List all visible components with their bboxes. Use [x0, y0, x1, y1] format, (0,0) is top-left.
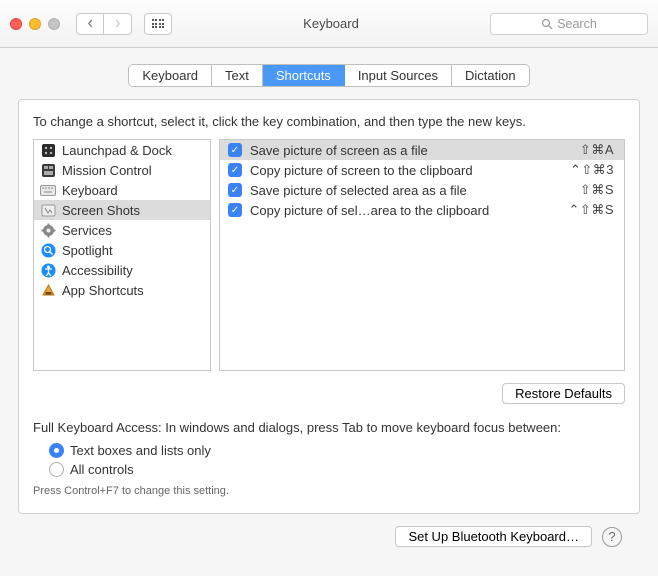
- shortcut-checkbox[interactable]: ✓: [228, 143, 242, 157]
- category-launchpad[interactable]: Launchpad & Dock: [34, 140, 210, 160]
- back-button[interactable]: [76, 13, 104, 35]
- shortcut-keys[interactable]: ⌃⇧⌘3: [570, 162, 614, 178]
- category-label: App Shortcuts: [62, 283, 144, 298]
- shortcut-checkbox[interactable]: ✓: [228, 203, 242, 217]
- launchpad-icon: [40, 142, 56, 158]
- search-icon: [541, 18, 553, 30]
- category-mission-control[interactable]: Mission Control: [34, 160, 210, 180]
- category-label: Keyboard: [62, 183, 118, 198]
- radio-icon[interactable]: [49, 443, 64, 458]
- shortcut-row[interactable]: ✓ Copy picture of sel…area to the clipbo…: [220, 200, 624, 220]
- category-services[interactable]: Services: [34, 220, 210, 240]
- mission-control-icon: [40, 162, 56, 178]
- full-keyboard-access-label: Full Keyboard Access: In windows and dia…: [33, 420, 625, 435]
- tab-dictation[interactable]: Dictation: [452, 65, 529, 86]
- help-button[interactable]: ?: [602, 527, 622, 547]
- shortcut-name: Copy picture of sel…area to the clipboar…: [250, 203, 561, 218]
- tab-shortcuts[interactable]: Shortcuts: [263, 65, 345, 86]
- app-shortcuts-icon: [40, 282, 56, 298]
- window-title: Keyboard: [180, 16, 482, 31]
- nav-buttons: [76, 13, 132, 35]
- radio-icon[interactable]: [49, 462, 64, 477]
- category-label: Spotlight: [62, 243, 113, 258]
- screenshots-icon: [40, 202, 56, 218]
- shortcut-name: Copy picture of screen to the clipboard: [250, 163, 562, 178]
- category-accessibility[interactable]: Accessibility: [34, 260, 210, 280]
- search-placeholder: Search: [557, 17, 597, 31]
- shortcut-name: Save picture of selected area as a file: [250, 183, 572, 198]
- radio-all-controls[interactable]: All controls: [49, 460, 625, 479]
- services-icon: [40, 222, 56, 238]
- keyboard-access-hint: Press Control+F7 to change this setting.: [33, 485, 625, 497]
- category-label: Mission Control: [62, 163, 152, 178]
- category-app-shortcuts[interactable]: App Shortcuts: [34, 280, 210, 300]
- accessibility-icon: [40, 262, 56, 278]
- show-all-button[interactable]: [144, 13, 172, 35]
- shortcut-row[interactable]: ✓ Copy picture of screen to the clipboar…: [220, 160, 624, 180]
- tab-text[interactable]: Text: [212, 65, 263, 86]
- zoom-icon: [48, 18, 60, 30]
- titlebar: Keyboard Search: [0, 0, 658, 48]
- category-keyboard[interactable]: Keyboard: [34, 180, 210, 200]
- restore-defaults-button[interactable]: Restore Defaults: [502, 383, 625, 404]
- tab-keyboard[interactable]: Keyboard: [129, 65, 212, 86]
- shortcut-row[interactable]: ✓ Save picture of selected area as a fil…: [220, 180, 624, 200]
- instruction-text: To change a shortcut, select it, click t…: [33, 114, 625, 129]
- shortcut-row[interactable]: ✓ Save picture of screen as a file ⇧⌘A: [220, 140, 624, 160]
- category-spotlight[interactable]: Spotlight: [34, 240, 210, 260]
- search-input[interactable]: Search: [490, 13, 648, 35]
- shortcut-name: Save picture of screen as a file: [250, 143, 572, 158]
- shortcut-checkbox[interactable]: ✓: [228, 163, 242, 177]
- shortcut-list[interactable]: ✓ Save picture of screen as a file ⇧⌘A ✓…: [219, 139, 625, 371]
- radio-label: Text boxes and lists only: [70, 443, 211, 458]
- spotlight-icon: [40, 242, 56, 258]
- tab-input-sources[interactable]: Input Sources: [345, 65, 452, 86]
- shortcut-keys[interactable]: ⇧⌘A: [580, 142, 614, 158]
- category-label: Launchpad & Dock: [62, 143, 172, 158]
- category-label: Services: [62, 223, 112, 238]
- shortcut-keys[interactable]: ⌃⇧⌘S: [569, 202, 614, 218]
- forward-button[interactable]: [104, 13, 132, 35]
- radio-label: All controls: [70, 462, 134, 477]
- category-screen-shots[interactable]: Screen Shots: [34, 200, 210, 220]
- category-label: Screen Shots: [62, 203, 140, 218]
- window-controls: [10, 18, 60, 30]
- minimize-icon[interactable]: [29, 18, 41, 30]
- page-content: Keyboard Text Shortcuts Input Sources Di…: [0, 48, 658, 576]
- category-label: Accessibility: [62, 263, 133, 278]
- setup-bluetooth-button[interactable]: Set Up Bluetooth Keyboard…: [395, 526, 592, 547]
- shortcut-keys[interactable]: ⇧⌘S: [580, 182, 614, 198]
- radio-text-boxes-only[interactable]: Text boxes and lists only: [49, 441, 625, 460]
- tab-bar: Keyboard Text Shortcuts Input Sources Di…: [18, 58, 640, 99]
- category-list[interactable]: Launchpad & Dock Mission Control Keyboar…: [33, 139, 211, 371]
- shortcuts-panel: To change a shortcut, select it, click t…: [18, 99, 640, 514]
- shortcut-checkbox[interactable]: ✓: [228, 183, 242, 197]
- grid-icon: [152, 19, 165, 28]
- close-icon[interactable]: [10, 18, 22, 30]
- keyboard-icon: [40, 182, 56, 198]
